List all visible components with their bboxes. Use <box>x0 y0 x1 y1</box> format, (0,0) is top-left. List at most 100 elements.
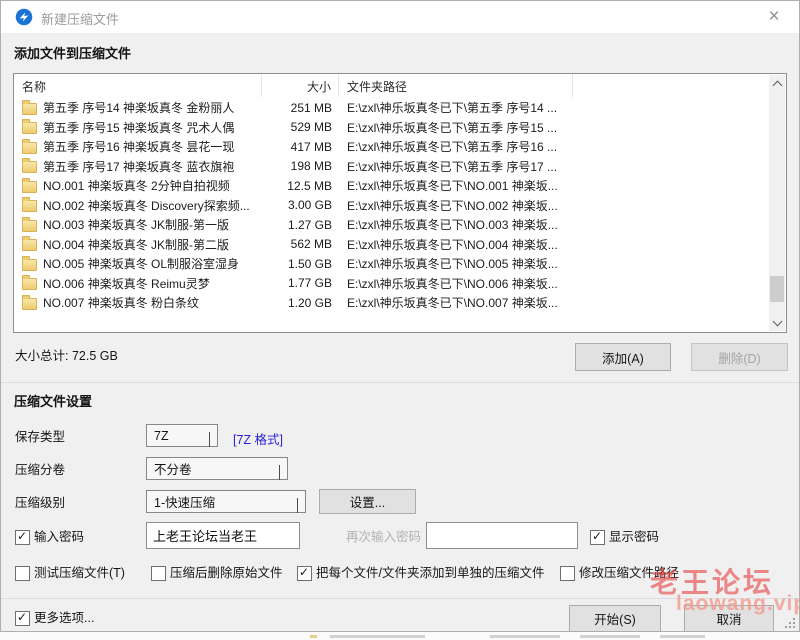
delete-button[interactable]: 删除(D) <box>691 343 788 371</box>
change-path-label: 修改压缩文件路径 <box>579 565 679 581</box>
scroll-up-icon[interactable] <box>769 75 785 92</box>
column-header-path[interactable]: 文件夹路径 <box>339 74 769 97</box>
file-path: E:\zxl\神乐坂真冬已下\NO.006 神楽坂... <box>339 275 769 292</box>
chevron-down-icon <box>209 432 210 446</box>
cancel-button[interactable]: 取消 <box>684 605 774 632</box>
file-path: E:\zxl\神乐坂真冬已下\第五季 序号16 ... <box>339 138 769 155</box>
file-name: NO.002 神楽坂真冬 Discovery探索频... <box>43 197 250 214</box>
confirm-password-label: 再次输入密码 <box>346 529 421 545</box>
table-row[interactable]: 第五季 序号17 神楽坂真冬 蓝衣旗袍 198 MB E:\zxl\神乐坂真冬已… <box>14 157 769 177</box>
total-size-label: 大小总计: 72.5 GB <box>15 348 118 364</box>
settings-section-title: 压缩文件设置 <box>14 391 92 410</box>
background-text-smudge <box>660 635 705 638</box>
file-size: 12.5 MB <box>262 179 339 193</box>
background-window-strip <box>0 632 800 640</box>
file-path: E:\zxl\神乐坂真冬已下\NO.005 神楽坂... <box>339 255 769 272</box>
divider <box>1 382 799 383</box>
folder-icon <box>22 298 37 310</box>
file-size: 417 MB <box>262 140 339 154</box>
background-text-smudge <box>580 635 640 638</box>
folder-icon <box>22 181 37 193</box>
level-value: 1-快速压缩 <box>154 492 215 511</box>
file-size: 1.20 GB <box>262 296 339 310</box>
file-size: 251 MB <box>262 101 339 115</box>
folder-icon <box>22 122 37 134</box>
table-row[interactable]: NO.006 神楽坂真冬 Reimu灵梦 1.77 GB E:\zxl\神乐坂真… <box>14 274 769 294</box>
file-path: E:\zxl\神乐坂真冬已下\第五季 序号17 ... <box>339 158 769 175</box>
file-size: 3.00 GB <box>262 198 339 212</box>
folder-icon <box>22 259 37 271</box>
resize-grip-icon[interactable] <box>785 618 795 628</box>
screen: 新建压缩文件 × 添加文件到压缩文件 名称 大小 文件夹路径 第五季 序号14 … <box>0 0 800 640</box>
folder-icon <box>22 103 37 115</box>
table-row[interactable]: 第五季 序号16 神楽坂真冬 昙花一现 417 MB E:\zxl\神乐坂真冬已… <box>14 137 769 157</box>
file-name: 第五季 序号16 神楽坂真冬 昙花一现 <box>43 138 234 155</box>
add-section-title: 添加文件到压缩文件 <box>14 43 131 62</box>
file-size: 562 MB <box>262 237 339 251</box>
more-options-label: 更多选项... <box>34 610 94 626</box>
file-path: E:\zxl\神乐坂真冬已下\NO.002 神楽坂... <box>339 197 769 214</box>
file-rows: 第五季 序号14 神楽坂真冬 金粉丽人 251 MB E:\zxl\神乐坂真冬已… <box>14 98 769 313</box>
chevron-down-icon <box>297 498 298 512</box>
file-path: E:\zxl\神乐坂真冬已下\NO.003 神楽坂... <box>339 216 769 233</box>
table-row[interactable]: NO.001 神楽坂真冬 2分钟自拍视频 12.5 MB E:\zxl\神乐坂真… <box>14 176 769 196</box>
column-header-size[interactable]: 大小 <box>262 74 339 97</box>
file-path: E:\zxl\神乐坂真冬已下\第五季 序号15 ... <box>339 119 769 136</box>
format-link[interactable]: [7Z 格式] <box>233 429 283 448</box>
show-password-checkbox[interactable] <box>590 530 605 545</box>
folder-icon <box>22 239 37 251</box>
scroll-down-icon[interactable] <box>769 314 785 331</box>
volume-label: 压缩分卷 <box>15 462 65 478</box>
table-row[interactable]: NO.005 神楽坂真冬 OL制服浴室湿身 1.50 GB E:\zxl\神乐坂… <box>14 254 769 274</box>
volume-value: 不分卷 <box>154 459 192 478</box>
bandizip-icon <box>15 8 33 26</box>
file-name: NO.001 神楽坂真冬 2分钟自拍视频 <box>43 177 230 194</box>
file-size: 1.27 GB <box>262 218 339 232</box>
file-path: E:\zxl\神乐坂真冬已下\NO.007 神楽坂... <box>339 294 769 311</box>
folder-icon <box>22 220 37 232</box>
delete-after-label: 压缩后删除原始文件 <box>170 565 283 581</box>
file-name: 第五季 序号17 神楽坂真冬 蓝衣旗袍 <box>43 158 234 175</box>
column-header-name[interactable]: 名称 <box>14 74 262 97</box>
test-archive-label: 测试压缩文件(T) <box>34 565 125 581</box>
file-path: E:\zxl\神乐坂真冬已下\NO.004 神楽坂... <box>339 236 769 253</box>
delete-after-checkbox[interactable] <box>151 566 166 581</box>
start-button[interactable]: 开始(S) <box>569 605 661 632</box>
more-options-checkbox[interactable] <box>15 611 30 626</box>
title-bar: 新建压缩文件 × <box>1 1 799 33</box>
codec-settings-button[interactable]: 设置... <box>319 489 416 514</box>
table-row[interactable]: NO.002 神楽坂真冬 Discovery探索频... 3.00 GB E:\… <box>14 196 769 216</box>
volume-select[interactable]: 不分卷 <box>146 457 288 480</box>
password-checkbox[interactable] <box>15 530 30 545</box>
scroll-thumb[interactable] <box>770 276 784 302</box>
file-size: 198 MB <box>262 159 339 173</box>
file-name: NO.006 神楽坂真冬 Reimu灵梦 <box>43 275 210 292</box>
file-name: NO.007 神楽坂真冬 粉白条纹 <box>43 294 199 311</box>
table-row[interactable]: NO.007 神楽坂真冬 粉白条纹 1.20 GB E:\zxl\神乐坂真冬已下… <box>14 293 769 313</box>
new-archive-dialog: 新建压缩文件 × 添加文件到压缩文件 名称 大小 文件夹路径 第五季 序号14 … <box>0 0 800 632</box>
table-row[interactable]: NO.003 神楽坂真冬 JK制服-第一版 1.27 GB E:\zxl\神乐坂… <box>14 215 769 235</box>
add-button[interactable]: 添加(A) <box>575 343 671 371</box>
background-folder-icon <box>310 635 317 638</box>
folder-icon <box>22 161 37 173</box>
level-select[interactable]: 1-快速压缩 <box>146 490 306 513</box>
table-row[interactable]: 第五季 序号14 神楽坂真冬 金粉丽人 251 MB E:\zxl\神乐坂真冬已… <box>14 98 769 118</box>
table-row[interactable]: NO.004 神楽坂真冬 JK制服-第二版 562 MB E:\zxl\神乐坂真… <box>14 235 769 255</box>
test-archive-checkbox[interactable] <box>15 566 30 581</box>
file-table: 名称 大小 文件夹路径 第五季 序号14 神楽坂真冬 金粉丽人 251 MB E… <box>13 73 787 333</box>
background-text-smudge <box>330 635 425 638</box>
change-path-checkbox[interactable] <box>560 566 575 581</box>
password-input[interactable] <box>146 522 300 549</box>
scrollbar[interactable] <box>769 75 785 331</box>
save-type-value: 7Z <box>154 429 169 443</box>
divider <box>1 598 799 599</box>
save-type-select[interactable]: 7Z <box>146 424 218 447</box>
file-name: NO.005 神楽坂真冬 OL制服浴室湿身 <box>43 255 239 272</box>
folder-icon <box>22 278 37 290</box>
separate-archives-checkbox[interactable] <box>297 566 312 581</box>
save-type-label: 保存类型 <box>15 429 65 445</box>
close-icon[interactable]: × <box>759 3 789 31</box>
table-row[interactable]: 第五季 序号15 神楽坂真冬 咒术人偶 529 MB E:\zxl\神乐坂真冬已… <box>14 118 769 138</box>
password-label: 输入密码 <box>34 529 84 545</box>
confirm-password-input[interactable] <box>426 522 578 549</box>
